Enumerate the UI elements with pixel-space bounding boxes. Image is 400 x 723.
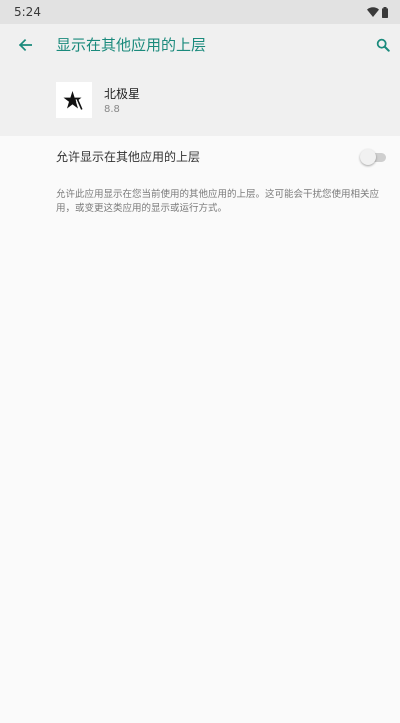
wifi-icon (367, 7, 379, 17)
app-icon (56, 82, 92, 118)
search-button[interactable] (370, 32, 396, 58)
app-info-row: 北极星 8.8 (0, 78, 400, 126)
arrow-back-icon (18, 38, 32, 52)
page-title: 显示在其他应用的上层 (56, 36, 207, 54)
search-icon (376, 38, 390, 52)
app-version: 8.8 (104, 104, 120, 115)
switch-thumb (360, 149, 376, 165)
status-icons (367, 6, 388, 18)
allow-overlay-setting-row[interactable]: 允许显示在其他应用的上层 (0, 140, 400, 174)
star-logo-icon (63, 91, 83, 110)
allow-overlay-switch[interactable] (360, 149, 386, 165)
status-bar: 5:24 (0, 0, 400, 24)
battery-icon (382, 6, 388, 18)
app-name: 北极星 (104, 87, 141, 101)
allow-overlay-label: 允许显示在其他应用的上层 (56, 150, 201, 164)
app-bar: 显示在其他应用的上层 (0, 24, 400, 66)
setting-description: 允许此应用显示在您当前使用的其他应用的上层。这可能会干扰您使用相关应用，或变更这… (56, 189, 380, 214)
header-area: 显示在其他应用的上层 北极星 8.8 (0, 24, 400, 136)
status-time: 5:24 (14, 5, 41, 19)
back-button[interactable] (12, 32, 38, 58)
